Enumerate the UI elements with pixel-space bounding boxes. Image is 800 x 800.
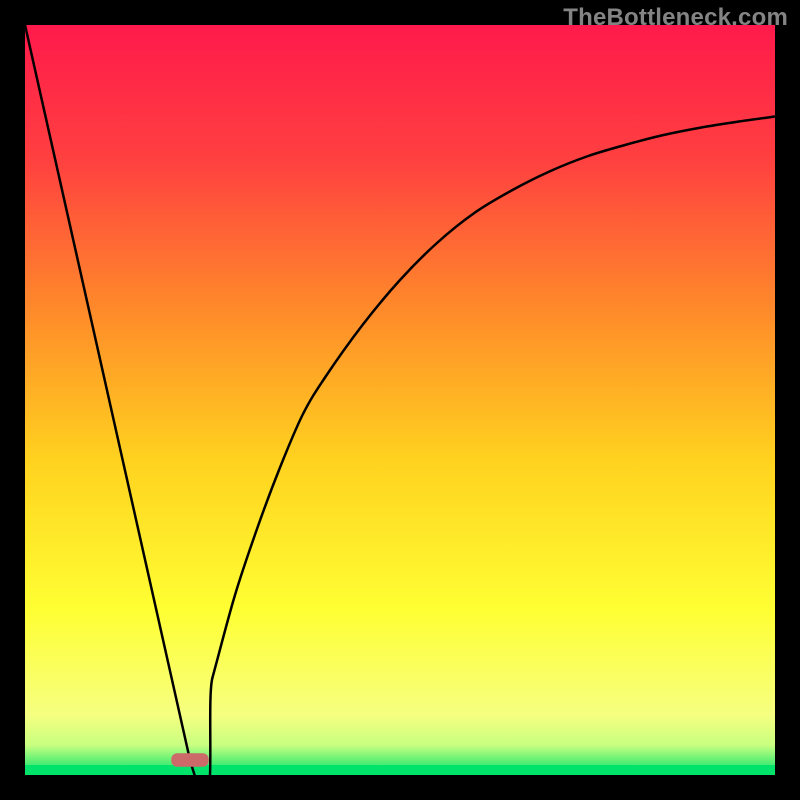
chart-svg — [0, 0, 800, 800]
bottom-green-band — [25, 765, 775, 775]
min-marker — [171, 753, 209, 767]
plot-background — [25, 25, 775, 775]
chart-frame: TheBottleneck.com — [0, 0, 800, 800]
watermark-text: TheBottleneck.com — [563, 4, 788, 32]
